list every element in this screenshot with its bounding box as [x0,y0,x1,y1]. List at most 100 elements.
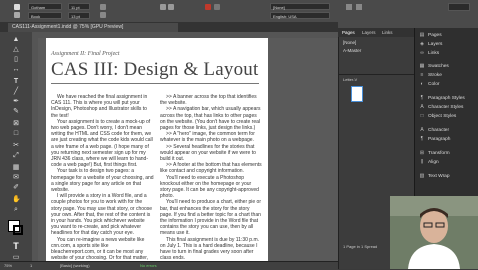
links-icon: ∞ [420,50,424,56]
character-style-field[interactable]: [None] [270,3,330,10]
kerning-icon[interactable] [100,4,106,10]
pages-footer: 1 Page in 1 Spread [343,244,378,249]
dock-label: Character [428,128,450,133]
pages-icon: ▤ [419,32,425,38]
dock-item-character[interactable]: A Character [419,126,477,135]
window-top-right [338,0,478,29]
fill-color-icon[interactable] [205,4,211,10]
paragraph: You can re-imagine a news website like c… [51,236,148,261]
tracking-icon[interactable] [100,12,106,18]
formatting-text-icon[interactable]: T [12,242,20,251]
character-formatting-icon[interactable] [14,4,20,10]
paragraph-formatting-icon[interactable] [14,12,20,18]
master-a[interactable]: A-Master [343,48,361,53]
dock-label: Align [428,160,439,165]
zoom-tool-icon[interactable]: ⌕ [12,206,20,214]
paragraph-styles-icon: ¶ [420,95,424,101]
pen-tool-icon[interactable]: ✒ [12,98,20,106]
eyedropper-icon[interactable]: ✐ [12,184,20,192]
dock-label: Links [428,51,440,56]
tab-layers[interactable]: Layers [362,28,376,37]
paragraph: Your task is to design two pages: a home… [51,168,154,194]
line-tool-icon[interactable]: ╱ [12,88,20,96]
paragraph: >> A banner across the top that identifi… [160,94,257,107]
direct-selection-icon[interactable]: △ [12,46,20,54]
type-tool-icon[interactable]: T [12,78,20,86]
hand-tool-icon[interactable]: ✋ [12,196,21,204]
paragraph: This final assignment is due by 11:30 p.… [160,236,260,261]
title-rule [51,83,259,84]
note-icon[interactable]: ✉ [12,174,20,182]
paragraph: You'll need to produce a chart, either p… [160,199,261,237]
character-icon: A [420,127,424,133]
align-center-icon[interactable] [356,4,362,10]
paragraph: >> A navigation bar, which usually appea… [160,106,261,132]
font-style-field[interactable]: Book [28,12,62,19]
dock-item-text-wrap[interactable]: ▧ Text Wrap [419,172,477,181]
swatches-icon: ▦ [419,63,425,69]
paragraph: >> A "hero" image, the common term for w… [160,131,255,144]
language-field[interactable]: English: USA [270,12,330,19]
panel-tabs: Pages Layers Links [338,28,414,37]
tab-links[interactable]: Links [382,28,393,37]
text-wrap-icon: ▧ [419,173,425,179]
gap-tool-icon[interactable]: ↔ [12,66,20,74]
workspace-switcher[interactable] [448,3,470,11]
text-column-2[interactable]: >> A banner across the top that identifi… [160,94,263,261]
master-none[interactable]: [None] [343,40,356,45]
dock-label: Text Wrap [428,174,450,179]
selection-tool-icon[interactable]: ▲ [12,36,20,44]
dock-label: Stroke [428,73,442,78]
text-column-1[interactable]: We have reached the final assignment in … [51,94,154,261]
dock-item-swatches[interactable]: ▦ Swatches [419,62,477,71]
dock-item-paragraph[interactable]: ¶ Paragraph [419,135,477,144]
page-number[interactable]: 1 [30,263,32,268]
presenter-image [390,196,478,269]
stroke-icon: ≡ [420,72,424,78]
scissors-icon[interactable]: ✂ [12,142,20,150]
rectangle-tool-icon[interactable]: □ [12,130,20,138]
page-thumbnail[interactable] [351,86,363,102]
pencil-tool-icon[interactable]: ✎ [12,108,20,116]
dock-item-stroke[interactable]: ≡ Stroke [419,71,477,80]
font-field[interactable]: Gotham [28,3,62,10]
font-size-field[interactable]: 11 pt [68,3,90,10]
paragraph-icon: ¶ [420,136,424,142]
page-title: CAS III: Design & Layout [51,59,259,80]
assignment-header: Assignment II: Final Project [51,51,120,57]
paragraph: We have reached the final assignment in … [51,94,148,119]
page-tool-icon[interactable]: ▯ [12,56,20,64]
layers-icon: ◈ [420,41,424,47]
paragraph: I will provide a story in a Word file, a… [51,193,153,237]
preflight-profile[interactable]: [Basic] (working) [60,263,90,268]
rectangle-frame-icon[interactable]: ⊠ [12,120,20,128]
preflight-status: No errors [140,263,157,268]
dock-item-transform[interactable]: ⊞ Transform [419,149,477,158]
document-tab[interactable]: CAS111-Assignment1.indd @ 75% [GPU Previ… [8,23,178,32]
tools-panel: ▲ △ ▯ ↔ T ╱ ✒ ✎ ⊠ □ ✂ ⤢ ▦ ✉ ✐ ✋ ⌕ T ▭ [0,32,33,261]
dock-item-pages[interactable]: ▤ Pages [419,31,477,40]
dock-label: Transform [428,151,450,156]
gradient-icon[interactable]: ▦ [12,164,20,172]
dock-label: Pages [428,33,442,38]
dock-item-links[interactable]: ∞ Links [419,49,477,58]
dock-item-align[interactable]: ⫼ Align [419,158,477,167]
zoom-level[interactable]: 75% [4,263,12,268]
stroke-swatch[interactable] [13,225,23,235]
tab-pages[interactable]: Pages [342,28,355,37]
dock-label: Paragraph [428,137,451,142]
stroke-color-icon[interactable] [214,4,220,10]
paragraph: >> A footer at the bottom that has eleme… [160,162,262,175]
document-page[interactable]: Assignment II: Final Project CAS III: De… [46,38,268,261]
dock-item-layers[interactable]: ◈ Layers [419,40,477,49]
dock-item-character-styles[interactable]: A Character Styles [419,103,477,112]
align-left-icon[interactable] [346,4,352,10]
leading-field[interactable]: 13 pt [68,12,90,19]
panel-divider [339,74,415,75]
dock-item-object-styles[interactable]: □ Object Styles [419,112,477,121]
dock-item-color[interactable]: ◐ Color [419,80,477,89]
transform-tool-icon[interactable]: ⤢ [12,152,20,160]
strikethrough-icon[interactable] [168,4,174,10]
dock-item-paragraph-styles[interactable]: ¶ Paragraph Styles [419,94,477,103]
underline-icon[interactable] [160,4,166,10]
